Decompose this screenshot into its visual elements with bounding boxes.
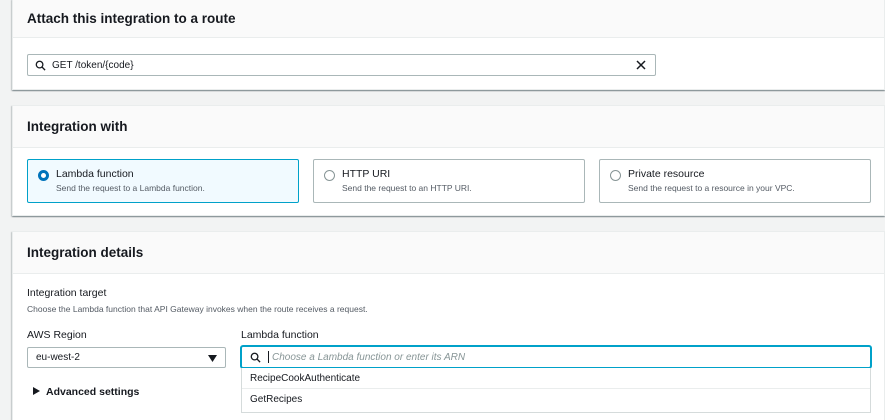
- route-panel: Attach this integration to a route GET /…: [12, 0, 885, 90]
- route-panel-header: Attach this integration to a route: [13, 0, 884, 38]
- advanced-settings-toggle[interactable]: Advanced settings: [33, 386, 139, 398]
- tile-label: Lambda function: [56, 168, 134, 180]
- caret-right-icon: [33, 387, 40, 397]
- radio-private-resource[interactable]: [610, 170, 621, 181]
- integration-target-label: Integration target: [27, 287, 107, 299]
- advanced-settings-label: Advanced settings: [46, 386, 140, 398]
- lambda-function-placeholder: Choose a Lambda function or enter its AR…: [272, 351, 466, 363]
- integration-with-title: Integration with: [27, 119, 128, 134]
- tile-description: Send the request to a resource in your V…: [628, 183, 795, 193]
- aws-region-select[interactable]: eu-west-2: [27, 347, 226, 368]
- dropdown-option[interactable]: GetRecipes: [242, 389, 870, 410]
- close-icon[interactable]: [627, 60, 655, 70]
- aws-region-value: eu-west-2: [36, 352, 80, 363]
- radio-http-uri[interactable]: [324, 170, 335, 181]
- lambda-function-label: Lambda function: [241, 329, 319, 341]
- tile-label: Private resource: [628, 168, 705, 180]
- search-icon: [28, 60, 52, 71]
- route-search-value[interactable]: GET /token/{code}: [52, 60, 627, 71]
- text-cursor: [268, 351, 269, 363]
- dropdown-option[interactable]: RecipeCookAuthenticate: [242, 368, 870, 389]
- aws-region-label: AWS Region: [27, 329, 87, 341]
- tile-description: Send the request to a Lambda function.: [56, 183, 205, 193]
- lambda-function-dropdown: RecipeCookAuthenticate GetRecipes: [241, 368, 871, 413]
- integration-details-panel: Integration details Integration target C…: [12, 231, 885, 420]
- route-search-input[interactable]: GET /token/{code}: [27, 54, 656, 76]
- radio-lambda-function[interactable]: [38, 170, 49, 181]
- tile-lambda-function[interactable]: Lambda function Send the request to a La…: [27, 159, 299, 203]
- tile-label: HTTP URI: [342, 168, 391, 180]
- tile-description: Send the request to an HTTP URI.: [342, 183, 472, 193]
- tile-http-uri[interactable]: HTTP URI Send the request to an HTTP URI…: [313, 159, 585, 203]
- route-panel-title: Attach this integration to a route: [27, 11, 236, 26]
- caret-down-icon: [208, 354, 217, 365]
- search-icon: [242, 352, 268, 363]
- lambda-function-input[interactable]: Choose a Lambda function or enter its AR…: [241, 346, 871, 368]
- integration-target-description: Choose the Lambda function that API Gate…: [27, 304, 368, 314]
- integration-details-title: Integration details: [27, 245, 144, 260]
- tile-private-resource[interactable]: Private resource Send the request to a r…: [599, 159, 871, 203]
- integration-with-panel: Integration with Lambda function Send th…: [12, 105, 885, 216]
- integration-details-header: Integration details: [13, 232, 884, 274]
- integration-with-header: Integration with: [13, 106, 884, 148]
